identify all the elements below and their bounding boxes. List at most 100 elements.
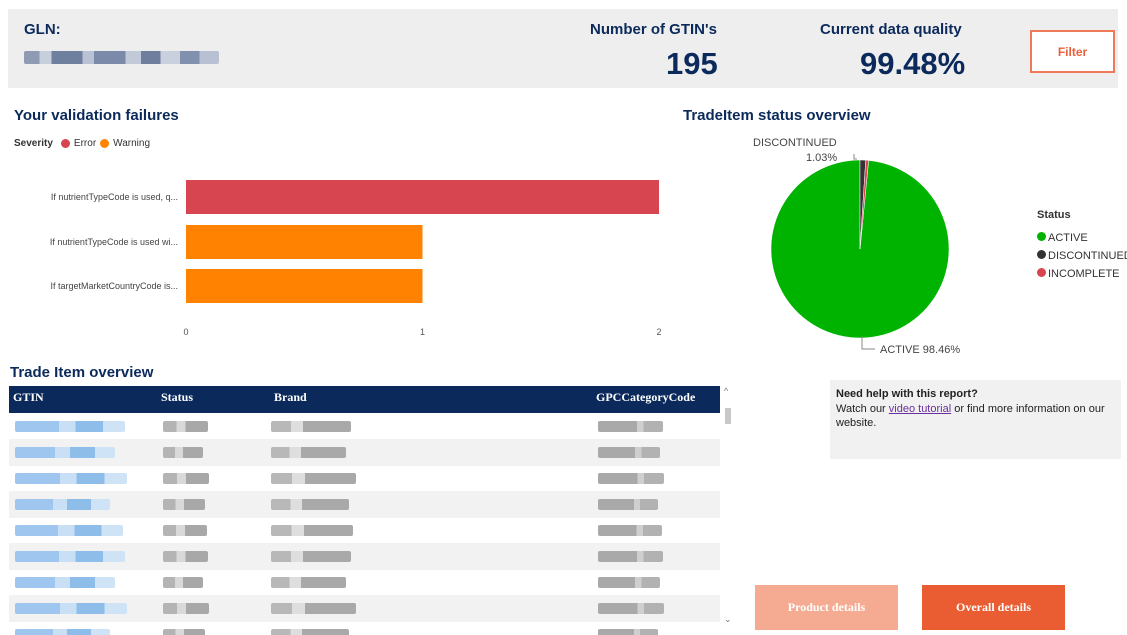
status-cell-redacted <box>163 499 205 510</box>
data-quality-label: Current data quality <box>820 21 962 38</box>
status-cell-redacted <box>163 603 209 614</box>
gpc-category-cell-redacted <box>598 473 664 484</box>
brand-cell-redacted <box>271 499 349 510</box>
brand-cell-redacted <box>271 551 351 562</box>
legend-label-incomplete: INCOMPLETE <box>1048 268 1120 280</box>
incomplete-legend-dot <box>1037 268 1046 277</box>
status-cell-redacted <box>163 525 207 536</box>
gln-value-redacted <box>24 51 219 64</box>
brand-cell-redacted <box>271 473 356 484</box>
gtin-cell-redacted <box>15 629 110 635</box>
severity-legend-title: Severity <box>14 138 53 149</box>
brand-cell-redacted <box>271 421 351 432</box>
video-tutorial-link[interactable]: video tutorial <box>889 403 951 415</box>
scroll-up-icon[interactable]: ^ <box>724 386 728 396</box>
table-row[interactable] <box>9 569 720 596</box>
x-tick-label: 0 <box>183 327 188 337</box>
help-box: Need help with this report? Watch our vi… <box>830 380 1121 459</box>
trade-item-overview-title: Trade Item overview <box>10 364 154 381</box>
bar-category-label: If nutrientTypeCode is used wi... <box>50 237 178 247</box>
gpc-category-cell-redacted <box>598 525 662 536</box>
table-row[interactable] <box>9 491 720 518</box>
column-header-status[interactable]: Status <box>161 386 193 413</box>
column-header-gtin[interactable]: GTIN <box>13 386 44 413</box>
scroll-down-icon[interactable]: ⌄ <box>724 614 732 625</box>
brand-cell-redacted <box>271 525 353 536</box>
table-row[interactable] <box>9 543 720 570</box>
gtin-cell-redacted <box>15 577 115 588</box>
gpc-category-cell-redacted <box>598 421 663 432</box>
bar-1 <box>186 225 423 259</box>
legend-item-discontinued: DISCONTINUED <box>1037 247 1127 265</box>
legend-item-incomplete: INCOMPLETE <box>1037 265 1127 283</box>
column-header-brand[interactable]: Brand <box>274 386 307 413</box>
legend-label-discontinued: DISCONTINUED <box>1048 250 1127 262</box>
brand-cell-redacted <box>271 603 356 614</box>
legend-item-active: ACTIVE <box>1037 229 1127 247</box>
gtin-cell-redacted <box>15 447 115 458</box>
product-details-button[interactable]: Product details <box>755 585 898 630</box>
error-legend-label: Error <box>73 138 97 149</box>
legend-label-active: ACTIVE <box>1048 232 1088 244</box>
brand-cell-redacted <box>271 447 346 458</box>
discontinued-leader-line <box>853 154 857 160</box>
gpc-category-cell-redacted <box>598 499 658 510</box>
gpc-category-cell-redacted <box>598 577 660 588</box>
pie-label-discontinued: DISCONTINUED <box>753 137 837 149</box>
active-legend-dot <box>1037 232 1046 241</box>
x-tick-label: 1 <box>420 327 425 337</box>
status-cell-redacted <box>163 577 203 588</box>
overall-details-button[interactable]: Overall details <box>922 585 1065 630</box>
gtin-cell-redacted <box>15 499 110 510</box>
help-title: Need help with this report? <box>836 388 978 400</box>
status-cell-redacted <box>163 629 205 635</box>
gtin-count-label: Number of GTIN's <box>590 21 717 38</box>
status-legend: ACTIVE DISCONTINUED INCOMPLETE <box>1037 229 1127 283</box>
status-legend-title: Status <box>1037 209 1071 221</box>
trade-item-table: GTIN Status Brand GPCCategoryCode <box>9 386 720 635</box>
table-row[interactable] <box>9 465 720 492</box>
pie-label-discontinued-pct: 1.03% <box>806 152 838 164</box>
status-cell-redacted <box>163 447 203 458</box>
brand-cell-redacted <box>271 577 346 588</box>
bar-2 <box>186 269 423 303</box>
table-row[interactable] <box>9 517 720 544</box>
gtin-count-value: 195 <box>666 46 718 81</box>
pie-label-active: ACTIVE 98.46% <box>880 344 961 356</box>
scrollbar-thumb[interactable] <box>725 408 731 424</box>
table-row[interactable] <box>9 595 720 622</box>
bar-category-label: If targetMarketCountryCode is... <box>50 281 178 291</box>
bar-0 <box>186 180 659 214</box>
gln-label: GLN: <box>24 21 61 38</box>
column-header-gpc-category-code[interactable]: GPCCategoryCode <box>596 386 695 413</box>
gtin-cell-redacted <box>15 421 125 432</box>
status-cell-redacted <box>163 421 208 432</box>
filter-button[interactable]: Filter <box>1030 30 1115 73</box>
severity-legend: Severity Error Warning <box>14 138 150 149</box>
x-tick-label: 2 <box>656 327 661 337</box>
gpc-category-cell-redacted <box>598 447 660 458</box>
table-header: GTIN Status Brand GPCCategoryCode <box>9 386 720 413</box>
bar-category-label: If nutrientTypeCode is used, q... <box>51 192 178 202</box>
gpc-category-cell-redacted <box>598 551 663 562</box>
warning-legend-label: Warning <box>113 138 151 149</box>
table-row[interactable] <box>9 413 720 440</box>
table-row[interactable] <box>9 439 720 466</box>
discontinued-legend-dot <box>1037 250 1046 259</box>
gtin-cell-redacted <box>15 551 125 562</box>
gpc-category-cell-redacted <box>598 629 658 635</box>
help-text-before: Watch our <box>836 403 889 415</box>
table-row[interactable] <box>9 621 720 635</box>
status-pie-chart <box>770 154 950 350</box>
validation-failures-title: Your validation failures <box>14 107 179 124</box>
data-quality-value: 99.48% <box>860 46 966 81</box>
error-legend-dot <box>60 139 70 148</box>
warning-legend-dot <box>100 139 110 148</box>
brand-cell-redacted <box>271 629 349 635</box>
gtin-cell-redacted <box>15 525 123 536</box>
gtin-cell-redacted <box>15 603 127 614</box>
gtin-cell-redacted <box>15 473 127 484</box>
gpc-category-cell-redacted <box>598 603 664 614</box>
status-cell-redacted <box>163 473 209 484</box>
table-scrollbar[interactable]: ^ ⌄ <box>722 386 734 635</box>
